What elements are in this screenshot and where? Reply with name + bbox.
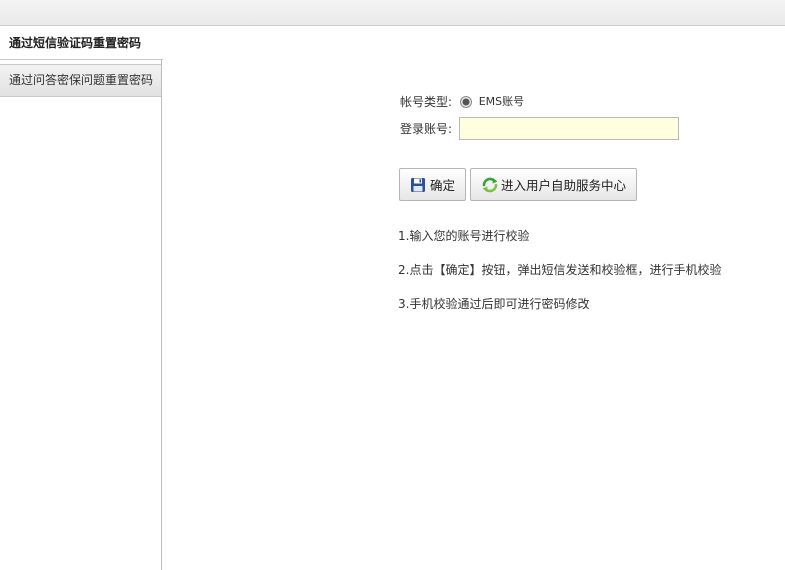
- instruction-step-3: 3.手机校验通过后即可进行密码修改: [398, 297, 590, 311]
- tab-sms-reset[interactable]: 通过短信验证码重置密码: [0, 26, 163, 60]
- self-service-button[interactable]: 进入用户自助服务中心: [470, 168, 638, 201]
- instruction-step-2: 2.点击【确定】按钮，弹出短信发送和校验框，进行手机校验: [398, 263, 722, 277]
- account-type-label: 帐号类型:: [400, 94, 453, 109]
- instruction-step-1: 1.输入您的账号进行校验: [398, 229, 530, 243]
- reset-form: 帐号类型: EMS账号 登录账号:: [400, 90, 679, 144]
- ems-account-radio-label[interactable]: EMS账号: [479, 91, 524, 113]
- confirm-button[interactable]: 确定: [399, 168, 467, 201]
- refresh-icon: [481, 177, 498, 193]
- top-bar: [0, 0, 785, 26]
- save-icon: [410, 177, 426, 193]
- self-service-button-label: 进入用户自助服务中心: [501, 178, 627, 193]
- instructions: 1.输入您的账号进行校验 2.点击【确定】按钮，弹出短信发送和校验框，进行手机校…: [398, 226, 721, 328]
- account-type-row: 帐号类型: EMS账号: [400, 90, 679, 114]
- sidebar: 通过短信验证码重置密码 通过问答密保问题重置密码: [0, 26, 163, 570]
- ems-account-radio[interactable]: [459, 95, 472, 108]
- login-account-input[interactable]: [458, 117, 679, 140]
- tab-question-reset[interactable]: 通过问答密保问题重置密码: [0, 64, 161, 97]
- login-account-label: 登录账号:: [400, 121, 453, 136]
- login-account-row: 登录账号:: [400, 117, 679, 141]
- confirm-button-label: 确定: [430, 178, 456, 193]
- action-buttons: 确定 进入用户自助服务中心: [399, 168, 641, 201]
